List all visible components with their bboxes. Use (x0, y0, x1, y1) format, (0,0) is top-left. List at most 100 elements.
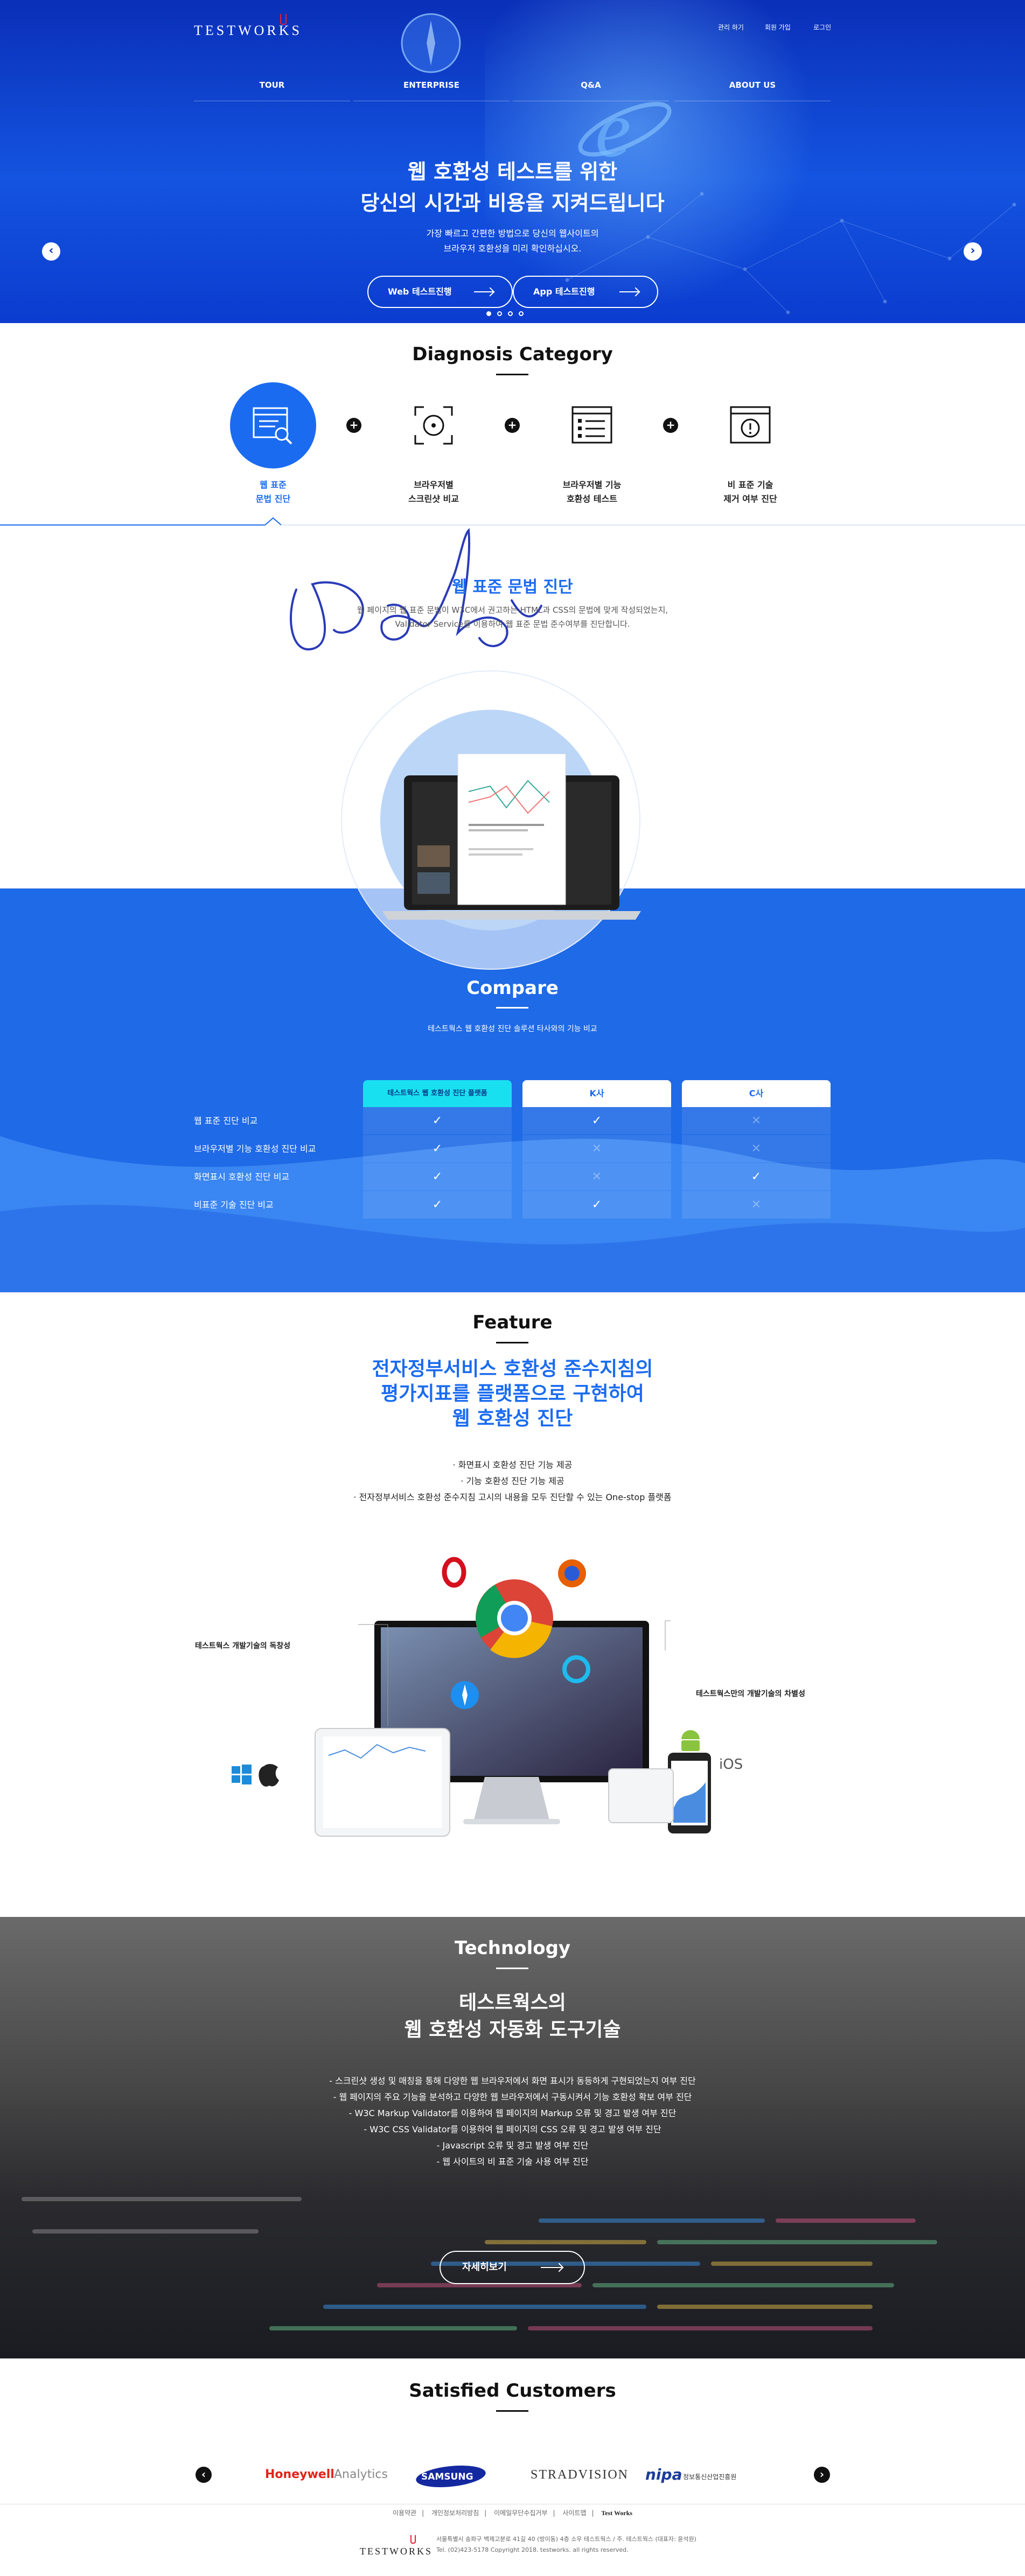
cross-icon: ✕ (682, 1191, 831, 1219)
check-icon: ✓ (682, 1163, 831, 1191)
category-label-line: 비 표준 기술 (727, 480, 773, 490)
customers-prev-button[interactable]: ‹ (196, 2467, 212, 2483)
nav-tour[interactable]: TOUR (194, 75, 350, 101)
compare-col-testworks: 테스트웍스 웹 호환성 진단 플랫폼 (363, 1080, 512, 1107)
detail-title: 웹 표준 문법 진단 (452, 578, 573, 597)
customers-title: Satisfied Customers (409, 2380, 616, 2402)
technology-list-item: - W3C CSS Validator를 이용하여 웹 페이지의 CSS 오류 … (364, 2124, 661, 2134)
footer-link-email-policy[interactable]: 이메일무단수집거부 (494, 2509, 547, 2517)
customer-logo-stradvision: STRADVISION (531, 2468, 629, 2482)
apple-icon (259, 1764, 279, 1787)
screenshot-focus-icon (414, 406, 453, 445)
category-screenshot[interactable] (391, 382, 477, 468)
app-test-label: App 테스트진행 (533, 286, 595, 297)
browser-list-icon (571, 406, 612, 444)
slide-dot-2[interactable] (497, 311, 502, 316)
util-link-manage[interactable]: 관리 하기 (718, 23, 744, 32)
technology-list-item: - 웹 페이지의 주요 기능을 분석하고 다양한 웹 브라우저에서 구동시켜서 … (333, 2092, 692, 2102)
feature-list-item: · 화면표시 호환성 진단 기능 제공 (452, 1460, 573, 1470)
signature-scribble (290, 528, 542, 650)
check-icon: ✓ (363, 1107, 512, 1135)
ios-label: iOS (719, 1756, 743, 1773)
footer-link-terms[interactable]: 이용약관 (393, 2509, 416, 2517)
compare-row-label: 비표준 기술 진단 비교 (194, 1200, 274, 1210)
category-non-standard[interactable] (707, 382, 793, 468)
category-label-line: 제거 여부 진단 (723, 494, 777, 504)
check-icon: ✓ (363, 1191, 512, 1219)
check-icon: ✓ (363, 1163, 512, 1191)
browser-alert-icon (730, 406, 771, 444)
hero-banner: e TESTWORKS 관리 하기 회원 가입 로그인 TOUR ENTERPR… (0, 0, 1025, 323)
feature-list: · 화면표시 호환성 진단 기능 제공 · 기능 호환성 진단 기능 제공 · … (0, 1457, 1025, 1506)
compare-title: Compare (466, 977, 559, 999)
category-label-function[interactable]: 브라우저별 기능 호환성 테스트 (527, 478, 657, 506)
category-function[interactable] (549, 382, 635, 468)
technology-list-item: - Javascript 오류 및 경고 발생 여부 진단 (436, 2140, 589, 2151)
hero-title-line2: 당신의 시간과 비용을 지켜드립니다 (360, 191, 665, 215)
footer-address: 서울특별시 송파구 백제고분로 41길 40 (방이동) 4층 소우 테스트웍스… (436, 2536, 696, 2543)
feature-title: Feature (472, 1312, 553, 1333)
hero-next-button[interactable]: › (964, 242, 982, 261)
check-icon: ✓ (522, 1191, 671, 1219)
footer-link-privacy[interactable]: 개인정보처리방침 (431, 2509, 479, 2517)
customers-next-button[interactable]: › (814, 2467, 830, 2483)
arrow-right-icon (541, 2267, 562, 2268)
more-details-button[interactable]: 자세히보기 (440, 2251, 585, 2284)
slide-dot-1[interactable] (486, 311, 491, 316)
site-logo[interactable]: TESTWORKS (194, 14, 302, 39)
more-details-label: 자세히보기 (462, 2262, 507, 2273)
technology-title: Technology (454, 1937, 571, 1959)
app-test-button[interactable]: App 테스트진행 (513, 276, 658, 308)
feature-callout-left: 테스트웍스 개발기술의 독창성 (195, 1642, 291, 1650)
feature-heading: 전자정부서비스 호환성 준수지침의 평가지표를 플랫폼으로 구현하여 웹 호환성… (0, 1357, 1025, 1431)
customer-logo-honeywell: Honeywell (265, 2468, 334, 2481)
compare-row: 화면표시 호환성 진단 비교 ✓ ✕ ✓ (194, 1163, 832, 1191)
slide-dot-3[interactable] (508, 311, 513, 316)
customer-logo-analytics: Analytics (334, 2468, 388, 2481)
title-underline (496, 1007, 528, 1009)
plus-icon: + (663, 418, 678, 433)
hero-subtitle: 가장 빠르고 간편한 방법으로 당신의 웹사이트의 브라우저 호환성을 미리 확… (0, 226, 1025, 256)
windows-icon (232, 1765, 252, 1784)
category-label-line: 스크린샷 비교 (408, 494, 459, 504)
cross-icon: ✕ (682, 1107, 831, 1135)
title-underline (496, 374, 528, 375)
feature-heading-line: 전자정부서비스 호환성 준수지침의 (372, 1358, 653, 1380)
logo-mark-icon (280, 14, 287, 25)
logo-text: TESTWORKS (194, 23, 302, 38)
footer-logo: TESTWORKS (360, 2546, 433, 2557)
footer-link-testworks[interactable]: Test Works (601, 2509, 632, 2517)
safari-compass-icon (401, 13, 461, 73)
feature-heading-line: 평가지표를 플랫폼으로 구현하여 (381, 1383, 644, 1405)
nav-qna[interactable]: Q&A (513, 75, 669, 101)
customer-logo-nipa: nipa (645, 2466, 682, 2483)
hero-prev-button[interactable]: ‹ (42, 242, 60, 261)
web-test-button[interactable]: Web 테스트진행 (367, 276, 513, 308)
detail-line: Validator Service를 이용하여 웹 표준 문법 준수여부를 진단… (395, 619, 630, 629)
devices-illustration (232, 1557, 711, 1837)
plus-icon: + (346, 418, 361, 433)
nav-enterprise[interactable]: ENTERPRISE (353, 75, 510, 101)
customer-logo-nipa-text: 정보통신산업진흥원 (683, 2473, 737, 2481)
util-link-login[interactable]: 로그인 (813, 23, 831, 32)
arrow-right-icon (474, 291, 493, 292)
slide-dot-4[interactable] (519, 311, 524, 316)
footer-logo-mark-icon (410, 2535, 416, 2544)
compare-col-k: K사 (522, 1080, 671, 1107)
footer-contact: Tel. (02)423-5178 Copyright 2018. testwo… (436, 2546, 629, 2553)
hero-sub-line1: 가장 빠르고 간편한 방법으로 당신의 웹사이트의 (426, 228, 599, 239)
category-label-screenshot[interactable]: 브라우저별 스크린샷 비교 (369, 478, 498, 506)
detail-line: 웹 페이지의 웹 표준 문법이 W3C에서 권고하는 HTML과 CSS의 문법… (357, 605, 668, 615)
nav-about-us[interactable]: ABOUT US (674, 75, 831, 101)
category-label-non-standard[interactable]: 비 표준 기술 제거 여부 진단 (686, 478, 815, 506)
technology-heading-line: 테스트웍스의 (459, 1992, 566, 2014)
hero-title-line1: 웹 호환성 테스트를 위한 (407, 160, 618, 184)
technology-list-item: - W3C Markup Validator를 이용하여 웹 페이지의 Mark… (348, 2108, 677, 2118)
category-web-standard[interactable] (230, 382, 316, 468)
util-link-signup[interactable]: 회원 가입 (765, 23, 791, 32)
technology-list: - 스크린샷 생성 및 매칭을 통해 다양한 웹 브라우저에서 화면 표시가 동… (0, 2073, 1025, 2170)
category-label-web-standard[interactable]: 웹 표준 문법 진단 (208, 478, 338, 506)
technology-heading: 테스트웍스의 웹 호환성 자동화 도구기술 (0, 1990, 1025, 2043)
footer-link-sitemap[interactable]: 사이트맵 (562, 2509, 586, 2517)
check-icon: ✓ (522, 1107, 671, 1135)
